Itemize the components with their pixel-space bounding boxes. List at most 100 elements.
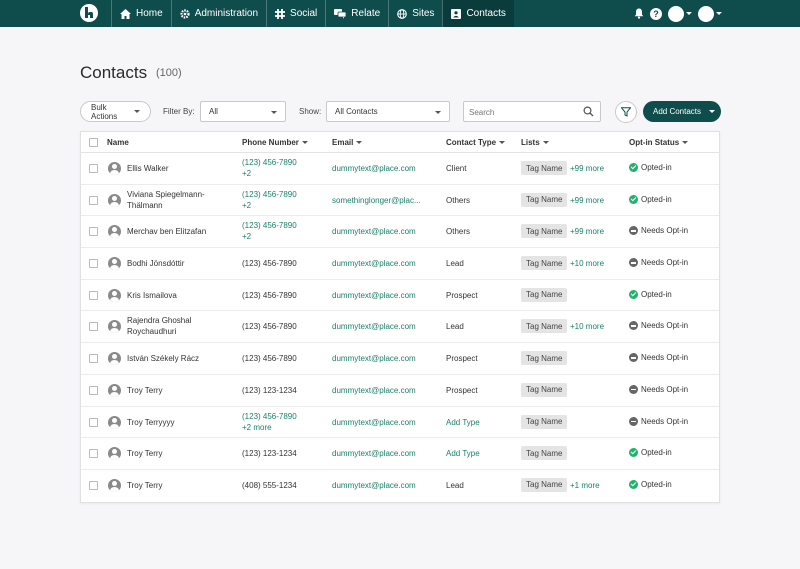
phone-cell: (123) 456-7890 [242,321,322,332]
contact-name[interactable]: Troy Terryyyy [127,417,222,428]
row-checkbox[interactable] [89,259,98,269]
email-link[interactable]: somethinglonger@plac... [332,195,442,206]
row-checkbox[interactable] [89,290,98,300]
email-link[interactable]: dummytext@place.com [332,480,442,491]
email-link[interactable]: dummytext@place.com [332,417,442,428]
email-link[interactable]: dummytext@place.com [332,385,442,396]
contact-name[interactable]: Ellis Walker [127,163,222,174]
header-lists[interactable]: Lists [521,138,549,147]
lists-more-link[interactable]: +1 more [570,481,600,490]
contact-name[interactable]: Viviana Spiegelmann-Thälmann [127,189,222,211]
list-tag[interactable]: Tag Name [521,477,568,492]
list-tag[interactable]: Tag Name [521,351,568,366]
email-link[interactable]: dummytext@place.com [332,353,442,364]
header-optin[interactable]: Opt-in Status [629,138,689,147]
list-tag[interactable]: Tag Name [521,414,568,429]
filter-by-select[interactable]: All [200,101,286,122]
phone-number[interactable]: (123) 456-7890 [242,189,322,200]
email-link[interactable]: dummytext@place.com [332,321,442,332]
row-checkbox[interactable] [89,449,98,459]
user-menu[interactable] [698,5,722,22]
table-row[interactable]: Ellis Walker (123) 456-7890 +2 dummytext@pl… [81,153,719,185]
contact-name[interactable]: Bodhi Jönsdóttir [127,258,222,269]
account-switcher[interactable] [668,5,692,22]
phone-number[interactable]: (123) 456-7890 [242,411,322,422]
table-row[interactable]: Viviana Spiegelmann-Thälmann (123) 456-78… [81,185,719,217]
phone-number[interactable]: (123) 456-7890 [242,220,322,231]
phone-number[interactable]: (123) 456-7890 [242,157,322,168]
phone-more-link[interactable]: +2 more [242,422,322,433]
phone-number: (123) 456-7890 [242,290,297,300]
email-link[interactable]: dummytext@place.com [332,163,442,174]
nav-sites[interactable]: Sites [388,0,442,27]
nav-home[interactable]: Home [111,0,171,27]
list-tag[interactable]: Tag Name [521,192,568,207]
search-input[interactable] [464,103,574,122]
contact-name[interactable]: Troy Terry [127,448,222,459]
row-checkbox[interactable] [89,322,98,332]
add-type-link[interactable]: Add Type [446,417,480,428]
list-tag[interactable]: Tag Name [521,446,568,461]
nav-social[interactable]: Social [266,0,325,27]
phone-more-link[interactable]: +2 [242,231,322,242]
email-link[interactable]: dummytext@place.com [332,226,442,237]
contact-name[interactable]: Rajendra Ghoshal Roychaudhuri [127,315,222,337]
row-checkbox[interactable] [89,164,98,173]
contact-name[interactable]: Merchav ben Elitzafan [127,226,222,237]
nav-relate[interactable]: Relate [325,0,388,27]
lists-more-link[interactable]: +10 more [570,259,604,268]
list-tag[interactable]: Tag Name [521,287,568,302]
chevron-down-icon [134,110,140,113]
list-tag[interactable]: Tag Name [521,256,568,271]
bulk-actions-button[interactable]: Bulk Actions [80,101,151,122]
phone-more-link[interactable]: +2 [242,200,322,211]
help-icon[interactable]: ? [650,7,662,20]
header-contact-type[interactable]: Contact Type [446,138,506,147]
show-select[interactable]: All Contacts [326,101,450,122]
nav-contacts[interactable]: Contacts [442,0,514,27]
row-checkbox[interactable] [89,385,98,395]
header-name[interactable]: Name [107,138,129,147]
list-tag[interactable]: Tag Name [521,224,568,239]
email-link[interactable]: dummytext@place.com [332,258,442,269]
contact-name[interactable]: Troy Terry [127,385,222,396]
select-all-checkbox[interactable] [89,138,98,147]
table-row[interactable]: Kris Ismailova (123) 456-7890 dummytext@pl… [81,280,719,312]
lists-more-link[interactable]: +99 more [570,227,604,236]
table-row[interactable]: Bodhi Jönsdóttir (123) 456-7890 dummytext@… [81,248,719,280]
lists-more-link[interactable]: +99 more [570,164,604,173]
add-type-link[interactable]: Add Type [446,448,480,459]
row-checkbox[interactable] [89,227,98,237]
table-row[interactable]: Troy Terryyyy (123) 456-7890 +2 more dummyt… [81,407,719,439]
email-link[interactable]: dummytext@place.com [332,448,442,459]
search-icon[interactable] [583,106,594,117]
table-row[interactable]: Merchav ben Elitzafan (123) 456-7890 +2 dum… [81,216,719,249]
nav-administration[interactable]: Administration [170,0,266,27]
table-row[interactable]: Troy Terry (123) 123-1234 dummytext@place.… [81,438,719,470]
contact-name[interactable]: Kris Ismailova [127,290,222,301]
contact-name[interactable]: Troy Terry [127,480,222,491]
lists-more-link[interactable]: +99 more [570,196,604,205]
lists-more-link[interactable]: +10 more [570,322,604,331]
header-email[interactable]: Email [332,138,363,147]
hootsuite-logo[interactable] [80,4,98,22]
table-row[interactable]: Troy Terry (123) 123-1234 dummytext@place.… [81,375,719,407]
table-row[interactable]: Troy Terry (408) 555-1234 dummytext@place.… [81,470,719,502]
add-contacts-button[interactable]: Add Contacts [643,101,721,122]
list-tag[interactable]: Tag Name [521,382,568,397]
row-checkbox[interactable] [89,480,98,490]
table-row[interactable]: István Székely Rácz (123) 456-7890 dummyte… [81,343,719,375]
phone-more-link[interactable]: +2 [242,168,322,179]
row-checkbox[interactable] [89,195,98,205]
email-link[interactable]: dummytext@place.com [332,290,442,301]
person-icon [108,320,121,334]
list-tag[interactable]: Tag Name [521,319,568,334]
row-checkbox[interactable] [89,417,98,427]
bell-icon[interactable] [634,8,644,19]
filter-button[interactable] [615,101,637,123]
table-row[interactable]: Rajendra Ghoshal Roychaudhuri (123) 456-7… [81,311,719,344]
contact-name[interactable]: István Székely Rácz [127,353,222,364]
list-tag[interactable]: Tag Name [521,161,568,175]
row-checkbox[interactable] [89,354,98,364]
header-phone[interactable]: Phone Number [242,138,308,147]
